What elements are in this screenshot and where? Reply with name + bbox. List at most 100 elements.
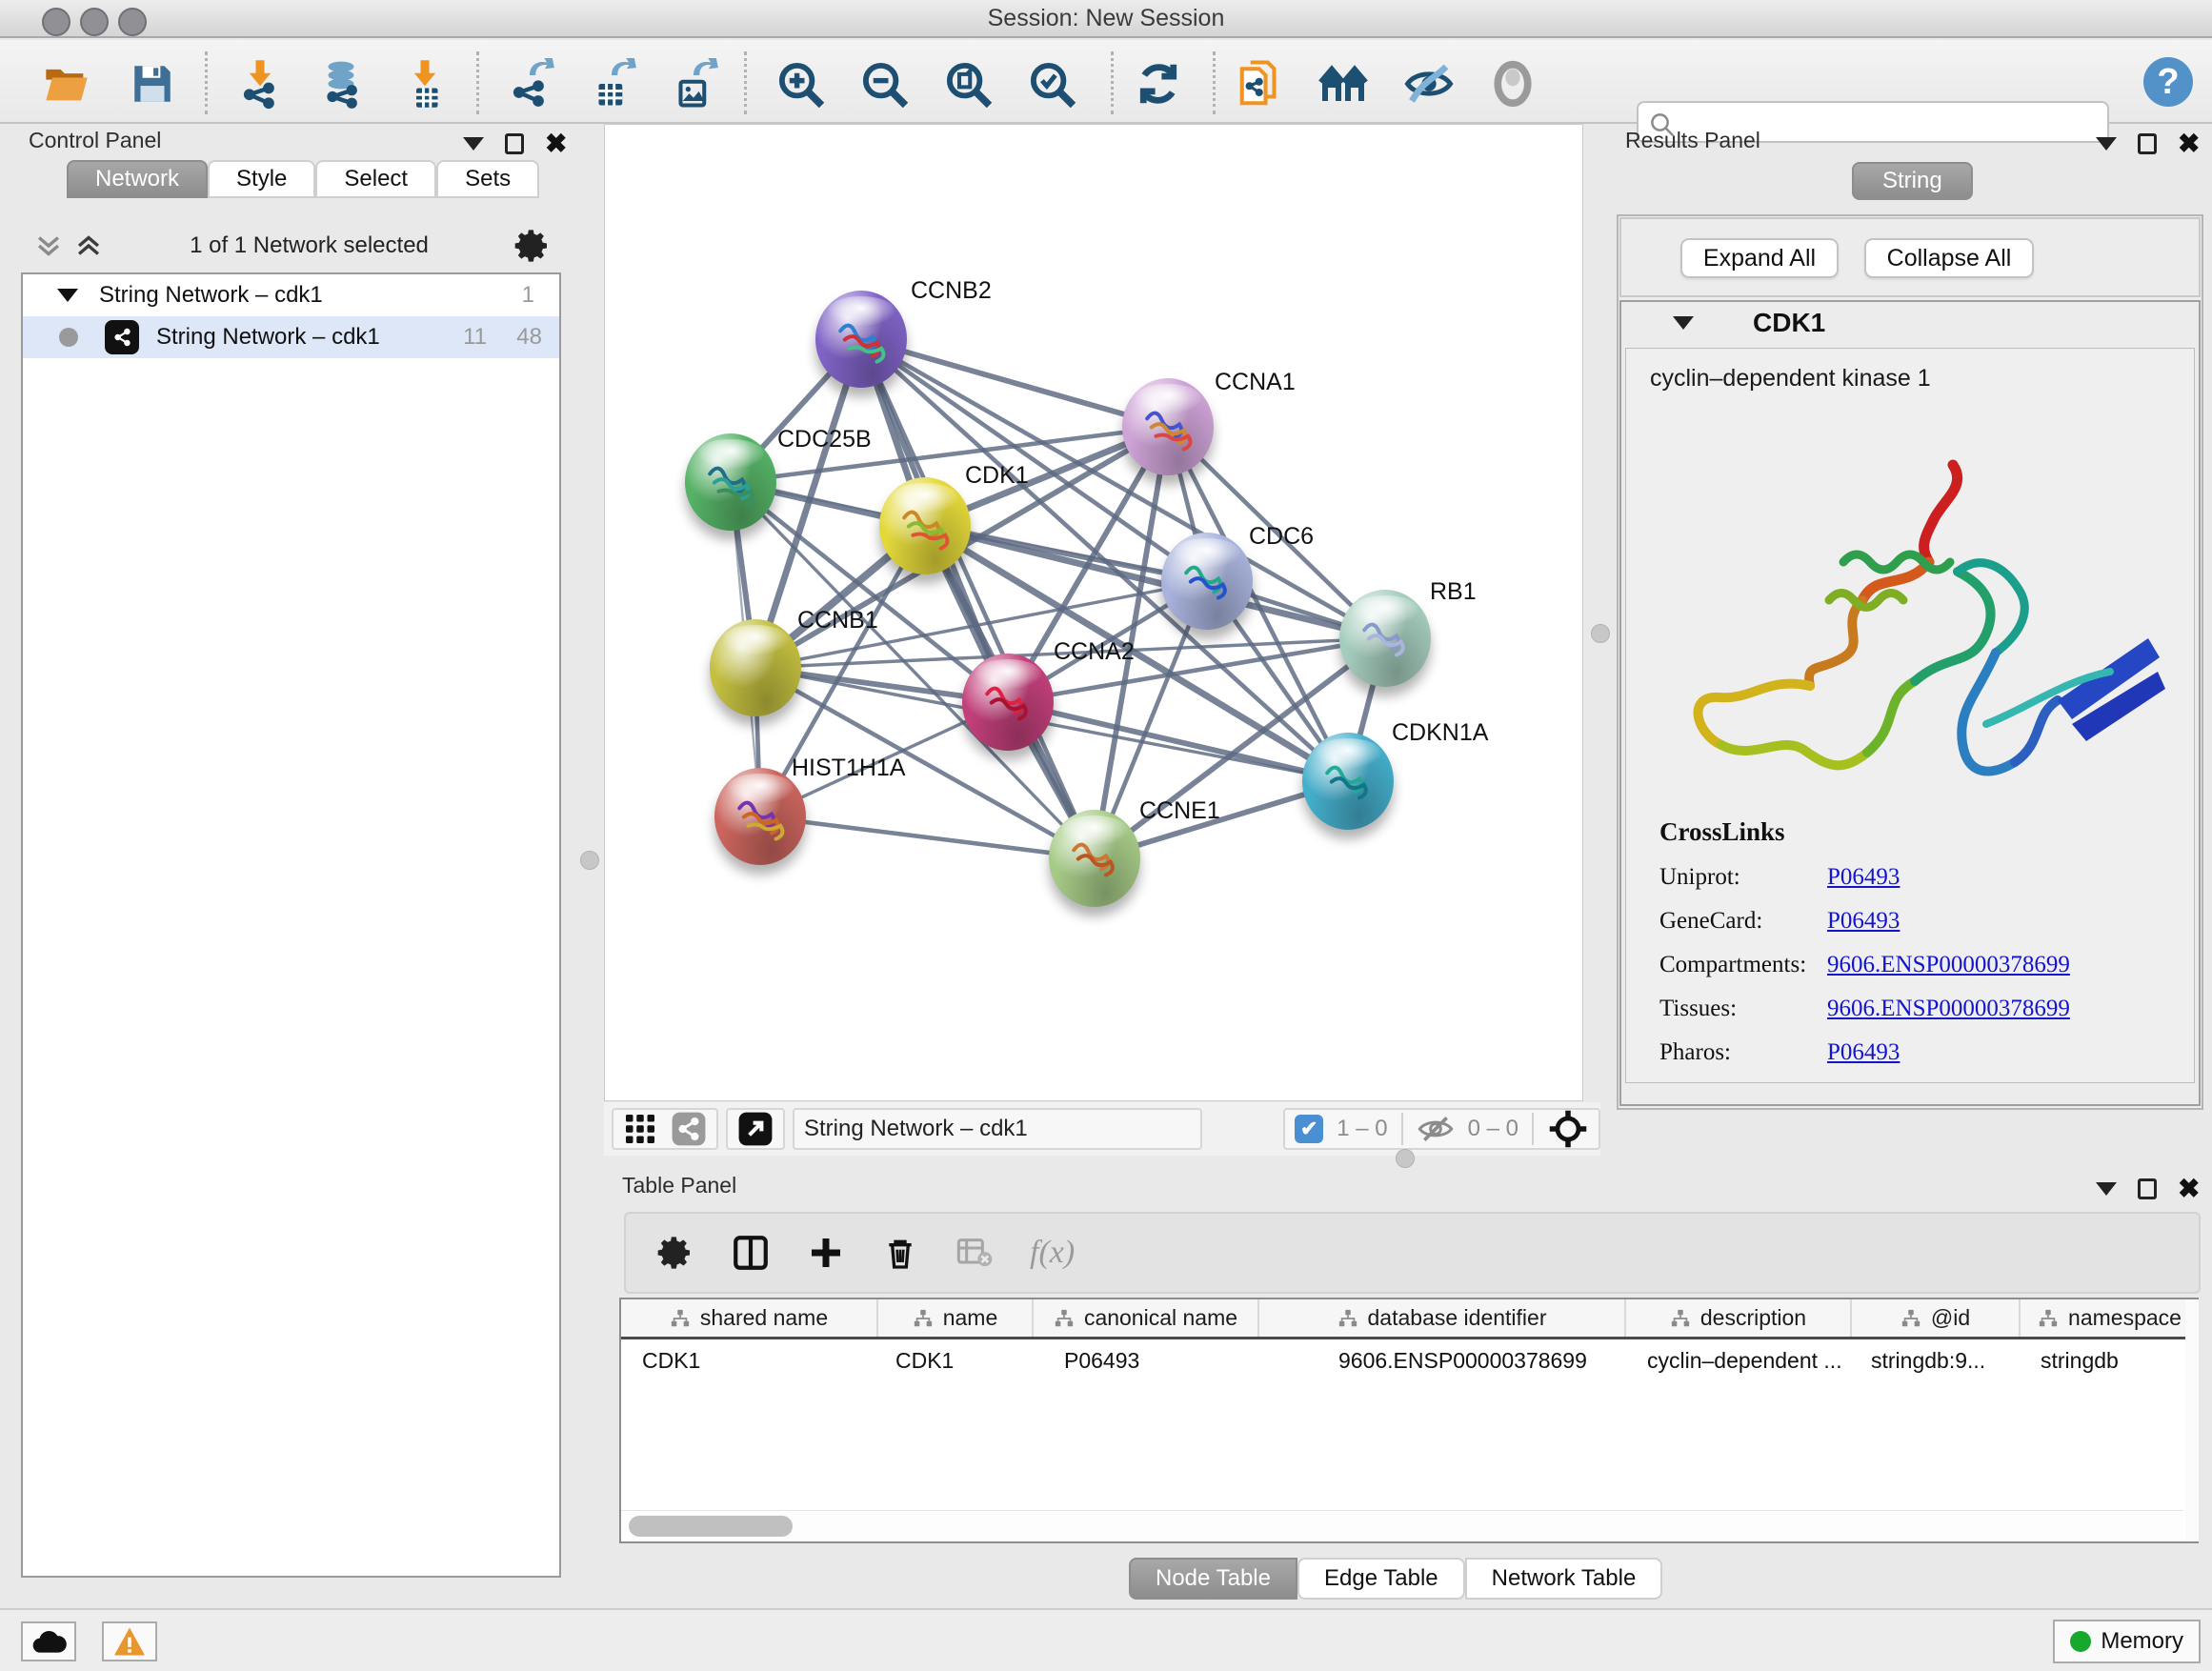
column-header-name[interactable]: name [878, 1299, 1034, 1337]
network-canvas[interactable]: CCNB2CCNA1CDC25BCDK1CDC6RB1CCNB1CCNA2CDK… [604, 124, 1583, 1101]
birdseye-icon[interactable] [1547, 1108, 1589, 1150]
add-column-icon[interactable] [807, 1234, 845, 1272]
import-table-icon[interactable] [398, 57, 452, 111]
node-label-HIST1H1A: HIST1H1A [792, 755, 905, 782]
node-table[interactable]: shared namenamecanonical namedatabase id… [619, 1298, 2199, 1543]
table-row[interactable]: CDK1CDK1P064939606.ENSP00000378699cyclin… [621, 1339, 2197, 1381]
selected-checkbox[interactable]: ✔ [1295, 1115, 1323, 1143]
node-HIST1H1A[interactable] [714, 768, 806, 865]
collapse-all-button[interactable]: Collapse All [1864, 238, 2034, 278]
panel-close-icon[interactable]: ✖ [545, 134, 567, 153]
help-button[interactable]: ? [2142, 55, 2195, 109]
gene-section-header[interactable]: CDK1 [1619, 300, 2201, 346]
column-header-databaseidentifier[interactable]: database identifier [1259, 1299, 1626, 1337]
warning-button[interactable] [102, 1621, 157, 1661]
memory-button[interactable]: Memory [2053, 1620, 2201, 1663]
crosslink-link[interactable]: P06493 [1827, 908, 1900, 935]
table-horizontal-scrollbar[interactable] [621, 1510, 2183, 1540]
tab-sets[interactable]: Sets [436, 160, 539, 198]
table-gear-icon[interactable] [656, 1234, 694, 1272]
node-CDC6[interactable] [1161, 533, 1253, 630]
node-CDK1[interactable] [879, 477, 971, 574]
node-CCNB2[interactable] [815, 291, 907, 388]
cell-sharedname[interactable]: CDK1 [621, 1339, 878, 1381]
column-header-canonicalname[interactable]: canonical name [1034, 1299, 1259, 1337]
results-tab-string[interactable]: String [1852, 162, 1973, 200]
zoom-in-icon[interactable] [774, 57, 827, 111]
tab-edge-table[interactable]: Edge Table [1297, 1558, 1465, 1600]
save-session-icon[interactable] [126, 57, 179, 111]
first-neighbors-icon[interactable] [1318, 57, 1372, 111]
apply-layout-icon[interactable] [1132, 57, 1185, 111]
grid-view-icon[interactable] [623, 1112, 657, 1146]
panel-close-icon[interactable]: ✖ [2178, 1179, 2200, 1198]
zoom-selected-icon[interactable] [1025, 57, 1078, 111]
node-CCNA2[interactable] [962, 654, 1054, 751]
crosslink-link[interactable]: 9606.ENSP00000378699 [1827, 996, 2070, 1022]
table-vertical-scrollbar[interactable] [2185, 1299, 2199, 1541]
cell-description[interactable]: cyclin–dependent ... [1626, 1339, 1852, 1381]
panel-menu-icon[interactable] [2096, 137, 2117, 151]
panel-float-icon[interactable] [2138, 1178, 2157, 1199]
cell-name[interactable]: CDK1 [878, 1339, 1034, 1381]
tab-node-table[interactable]: Node Table [1129, 1558, 1297, 1600]
open-session-icon[interactable] [40, 57, 93, 111]
expand-tree-icon[interactable] [57, 289, 78, 302]
node-RB1[interactable] [1339, 590, 1431, 687]
zoom-out-icon[interactable] [857, 57, 911, 111]
panel-float-icon[interactable] [505, 133, 524, 154]
tab-style[interactable]: Style [208, 160, 315, 198]
panel-menu-icon[interactable] [463, 137, 484, 151]
select-columns-icon[interactable] [731, 1233, 771, 1273]
view-mode-group [612, 1108, 718, 1150]
expand-all-icon[interactable] [72, 230, 105, 262]
tab-select[interactable]: Select [315, 160, 436, 198]
network-view-icon[interactable] [671, 1111, 707, 1147]
detach-view-icon[interactable] [737, 1111, 774, 1147]
network-list-item[interactable]: String Network – cdk11148 [23, 316, 559, 358]
bottom-splitter-handle[interactable] [1396, 1149, 1415, 1168]
clone-network-icon[interactable] [1235, 57, 1288, 111]
crosslink-link[interactable]: P06493 [1827, 864, 1900, 891]
right-splitter-handle[interactable] [1591, 624, 1610, 643]
cell-namespace[interactable]: stringdb [2021, 1339, 2199, 1381]
collapse-all-icon[interactable] [32, 230, 65, 262]
crosslink-link[interactable]: 9606.ENSP00000378699 [1827, 952, 2070, 978]
zoom-fit-icon[interactable] [941, 57, 995, 111]
node-CCNB1[interactable] [710, 619, 801, 716]
crosslink-label: GeneCard: [1659, 908, 1827, 935]
column-header-sharedname[interactable]: shared name [621, 1299, 878, 1337]
panel-close-icon[interactable]: ✖ [2178, 134, 2200, 153]
edge-HIST1H1A-CCNE1[interactable] [760, 816, 1095, 858]
network-list-item[interactable]: String Network – cdk11 [23, 274, 559, 316]
node-CDC25B[interactable] [685, 433, 776, 531]
crosslink-link[interactable]: P06493 [1827, 1039, 1900, 1066]
export-image-icon[interactable] [667, 57, 720, 111]
left-splitter-handle[interactable] [580, 851, 599, 870]
cloud-button[interactable] [21, 1621, 76, 1661]
edge-CCNA2-CDKN1A[interactable] [1008, 702, 1348, 781]
column-header-id[interactable]: @id [1852, 1299, 2021, 1337]
node-CCNA1[interactable] [1122, 378, 1214, 475]
show-hidden-icon[interactable] [1486, 57, 1539, 111]
gear-icon[interactable] [513, 227, 552, 265]
panel-float-icon[interactable] [2138, 133, 2157, 154]
tab-network-table[interactable]: Network Table [1465, 1558, 1663, 1600]
cell-id[interactable]: stringdb:9... [1852, 1339, 2021, 1381]
tab-network[interactable]: Network [67, 160, 208, 198]
collapse-gene-icon[interactable] [1673, 316, 1694, 330]
import-network-database-icon[interactable] [314, 57, 368, 111]
delete-column-icon[interactable] [881, 1234, 919, 1272]
cell-canonicalname[interactable]: P06493 [1034, 1339, 1259, 1381]
cell-databaseidentifier[interactable]: 9606.ENSP00000378699 [1259, 1339, 1626, 1381]
export-table-icon[interactable] [585, 57, 638, 111]
import-network-icon[interactable] [233, 57, 287, 111]
hide-selected-icon[interactable] [1402, 57, 1456, 111]
export-network-icon[interactable] [503, 57, 556, 111]
node-CCNE1[interactable] [1049, 810, 1140, 907]
column-header-description[interactable]: description [1626, 1299, 1852, 1337]
node-CDKN1A[interactable] [1302, 733, 1394, 830]
expand-all-button[interactable]: Expand All [1680, 238, 1839, 278]
column-header-namespace[interactable]: namespace [2021, 1299, 2199, 1337]
panel-menu-icon[interactable] [2096, 1182, 2117, 1196]
